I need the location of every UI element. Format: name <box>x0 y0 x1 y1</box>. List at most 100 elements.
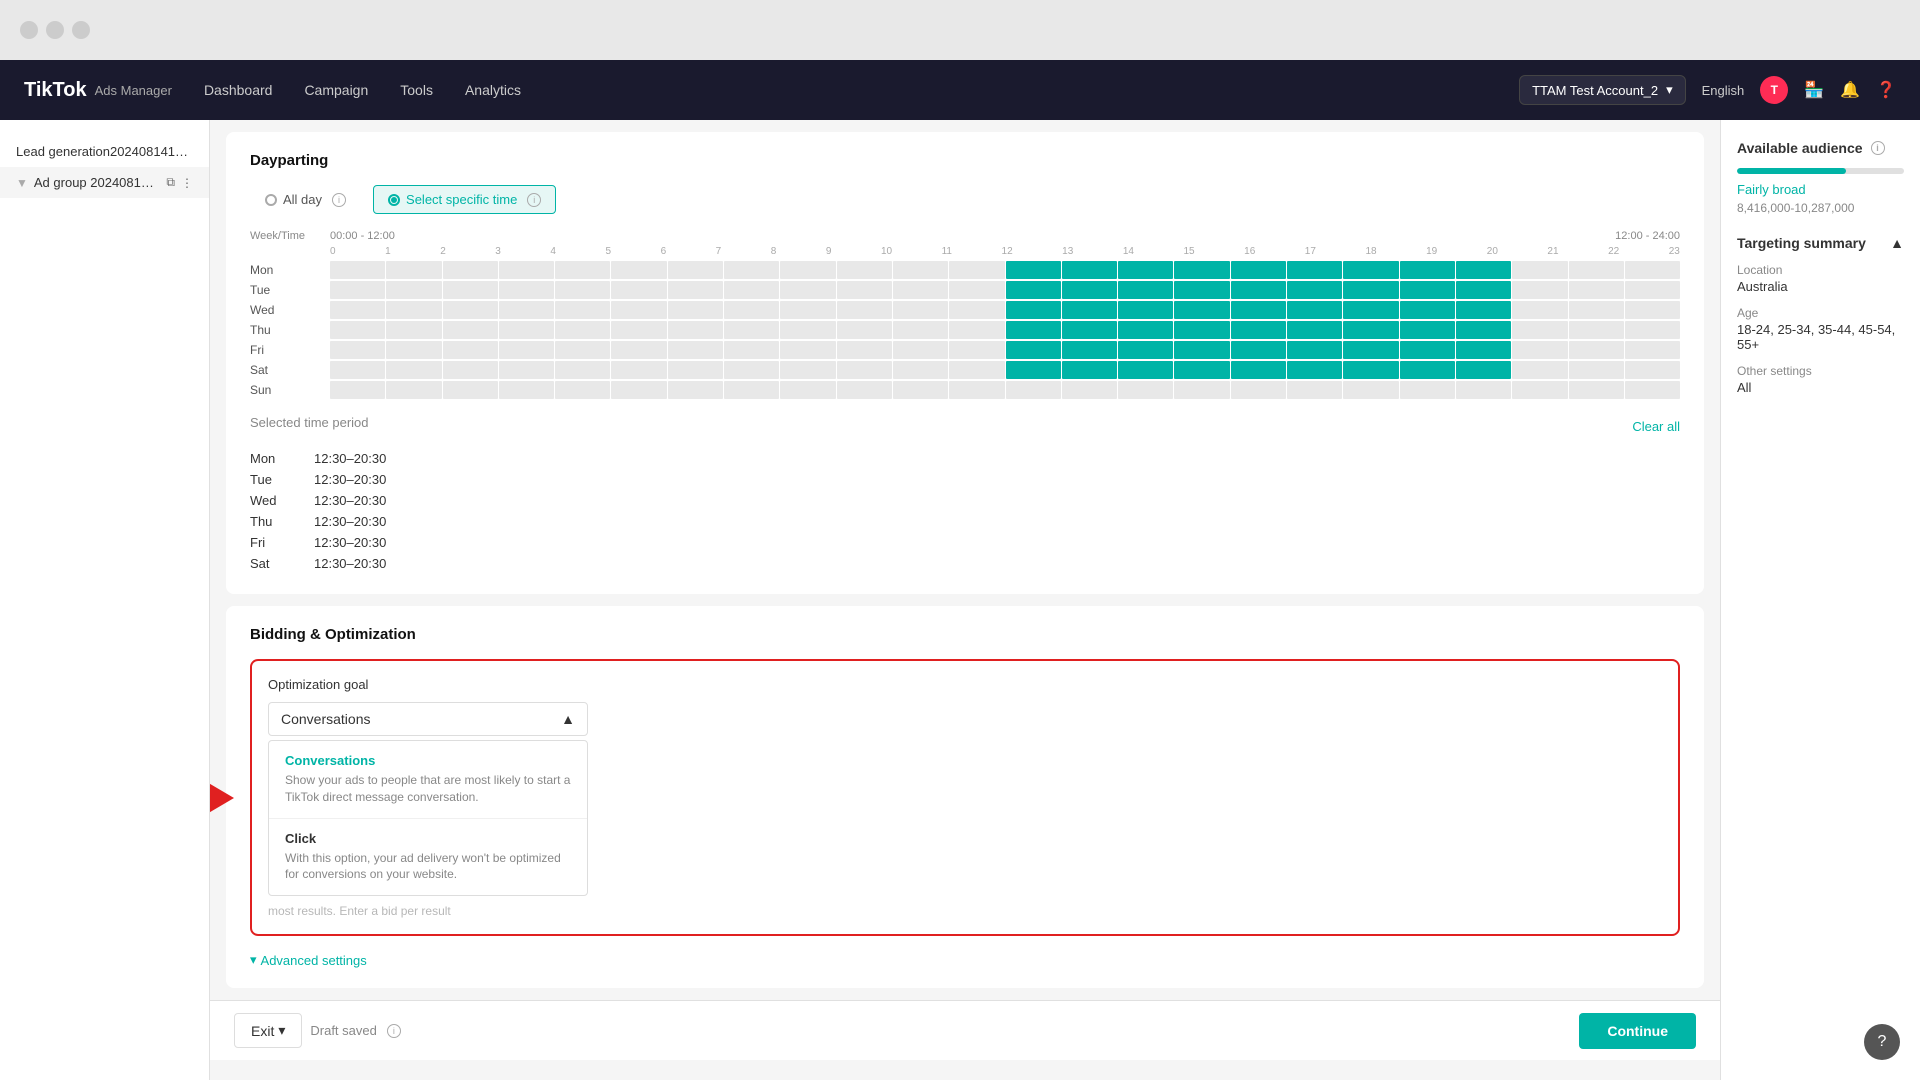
specific-time-btn[interactable]: Select specific time i <box>373 185 556 214</box>
time-cell-mon-2[interactable] <box>443 261 498 279</box>
time-cell-sun-17[interactable] <box>1287 381 1342 399</box>
sidebar-adgroup-label[interactable]: Ad group 20240815071121 <box>34 175 161 190</box>
time-cell-mon-19[interactable] <box>1400 261 1455 279</box>
time-cell-fri-14[interactable] <box>1118 341 1173 359</box>
time-cell-thu-6[interactable] <box>668 321 723 339</box>
time-cell-fri-8[interactable] <box>780 341 835 359</box>
time-cell-sat-3[interactable] <box>499 361 554 379</box>
time-cell-wed-2[interactable] <box>443 301 498 319</box>
copy-icon[interactable]: ⧉ <box>166 175 175 190</box>
time-cell-sat-14[interactable] <box>1118 361 1173 379</box>
time-cell-sun-23[interactable] <box>1625 381 1680 399</box>
collapse-icon[interactable]: ▲ <box>1890 235 1904 251</box>
nav-analytics[interactable]: Analytics <box>465 78 521 102</box>
time-cell-sun-19[interactable] <box>1400 381 1455 399</box>
time-cell-mon-22[interactable] <box>1569 261 1624 279</box>
time-cell-thu-1[interactable] <box>386 321 441 339</box>
time-cell-fri-5[interactable] <box>611 341 666 359</box>
time-cell-sun-0[interactable] <box>330 381 385 399</box>
time-cell-sat-19[interactable] <box>1400 361 1455 379</box>
time-cell-fri-16[interactable] <box>1231 341 1286 359</box>
time-cell-wed-22[interactable] <box>1569 301 1624 319</box>
time-cell-sun-10[interactable] <box>893 381 948 399</box>
time-cell-wed-12[interactable] <box>1006 301 1061 319</box>
time-cell-sun-3[interactable] <box>499 381 554 399</box>
help-button[interactable]: ? <box>1864 1024 1900 1060</box>
time-cell-tue-10[interactable] <box>893 281 948 299</box>
time-cell-mon-1[interactable] <box>386 261 441 279</box>
time-cell-sun-22[interactable] <box>1569 381 1624 399</box>
time-cell-fri-11[interactable] <box>949 341 1004 359</box>
time-cell-sat-5[interactable] <box>611 361 666 379</box>
advanced-settings[interactable]: ▾ Advanced settings <box>250 952 1680 968</box>
time-cell-wed-8[interactable] <box>780 301 835 319</box>
time-cell-sun-5[interactable] <box>611 381 666 399</box>
time-cell-sat-12[interactable] <box>1006 361 1061 379</box>
time-cell-wed-20[interactable] <box>1456 301 1511 319</box>
time-cell-sun-13[interactable] <box>1062 381 1117 399</box>
time-cell-tue-1[interactable] <box>386 281 441 299</box>
time-cell-fri-4[interactable] <box>555 341 610 359</box>
time-cell-fri-2[interactable] <box>443 341 498 359</box>
continue-button[interactable]: Continue <box>1579 1013 1696 1049</box>
optimization-goal-dropdown[interactable]: Conversations ▲ <box>268 702 588 736</box>
time-cell-sat-9[interactable] <box>837 361 892 379</box>
time-cell-sun-9[interactable] <box>837 381 892 399</box>
time-cell-sun-20[interactable] <box>1456 381 1511 399</box>
time-cell-thu-18[interactable] <box>1343 321 1398 339</box>
time-cell-mon-16[interactable] <box>1231 261 1286 279</box>
time-cell-tue-13[interactable] <box>1062 281 1117 299</box>
time-cell-wed-14[interactable] <box>1118 301 1173 319</box>
time-cell-wed-11[interactable] <box>949 301 1004 319</box>
time-cell-tue-18[interactable] <box>1343 281 1398 299</box>
time-cell-fri-7[interactable] <box>724 341 779 359</box>
time-cell-tue-19[interactable] <box>1400 281 1455 299</box>
time-cell-thu-20[interactable] <box>1456 321 1511 339</box>
time-cell-fri-20[interactable] <box>1456 341 1511 359</box>
time-cell-thu-2[interactable] <box>443 321 498 339</box>
time-cell-sat-11[interactable] <box>949 361 1004 379</box>
time-cell-fri-21[interactable] <box>1512 341 1567 359</box>
time-cell-thu-21[interactable] <box>1512 321 1567 339</box>
time-cell-thu-9[interactable] <box>837 321 892 339</box>
nav-tools[interactable]: Tools <box>400 78 433 102</box>
time-cell-sat-7[interactable] <box>724 361 779 379</box>
time-cell-mon-0[interactable] <box>330 261 385 279</box>
time-cell-sat-8[interactable] <box>780 361 835 379</box>
time-cell-mon-13[interactable] <box>1062 261 1117 279</box>
time-cell-wed-16[interactable] <box>1231 301 1286 319</box>
time-cell-fri-9[interactable] <box>837 341 892 359</box>
nav-dashboard[interactable]: Dashboard <box>204 78 273 102</box>
time-cell-thu-13[interactable] <box>1062 321 1117 339</box>
time-cell-thu-23[interactable] <box>1625 321 1680 339</box>
time-cell-sat-1[interactable] <box>386 361 441 379</box>
time-cell-wed-15[interactable] <box>1174 301 1229 319</box>
time-cell-sat-0[interactable] <box>330 361 385 379</box>
minimize-btn[interactable] <box>46 21 64 39</box>
time-cell-wed-0[interactable] <box>330 301 385 319</box>
time-cell-wed-7[interactable] <box>724 301 779 319</box>
time-cell-sat-6[interactable] <box>668 361 723 379</box>
time-cell-sat-4[interactable] <box>555 361 610 379</box>
time-cell-sat-23[interactable] <box>1625 361 1680 379</box>
time-cell-mon-20[interactable] <box>1456 261 1511 279</box>
time-cell-thu-8[interactable] <box>780 321 835 339</box>
time-cell-fri-17[interactable] <box>1287 341 1342 359</box>
time-cell-sat-17[interactable] <box>1287 361 1342 379</box>
time-cell-mon-21[interactable] <box>1512 261 1567 279</box>
time-cell-tue-20[interactable] <box>1456 281 1511 299</box>
time-cell-wed-13[interactable] <box>1062 301 1117 319</box>
nav-campaign[interactable]: Campaign <box>304 78 368 102</box>
time-cell-fri-19[interactable] <box>1400 341 1455 359</box>
close-btn[interactable] <box>20 21 38 39</box>
store-icon[interactable]: 🏪 <box>1804 80 1824 100</box>
account-selector[interactable]: TTAM Test Account_2 ▾ <box>1519 75 1686 105</box>
exit-button[interactable]: Exit ▾ <box>234 1013 302 1048</box>
time-cell-sun-7[interactable] <box>724 381 779 399</box>
time-cell-sun-21[interactable] <box>1512 381 1567 399</box>
time-cell-sun-14[interactable] <box>1118 381 1173 399</box>
time-cell-thu-16[interactable] <box>1231 321 1286 339</box>
time-cell-thu-17[interactable] <box>1287 321 1342 339</box>
time-cell-thu-3[interactable] <box>499 321 554 339</box>
time-cell-fri-18[interactable] <box>1343 341 1398 359</box>
